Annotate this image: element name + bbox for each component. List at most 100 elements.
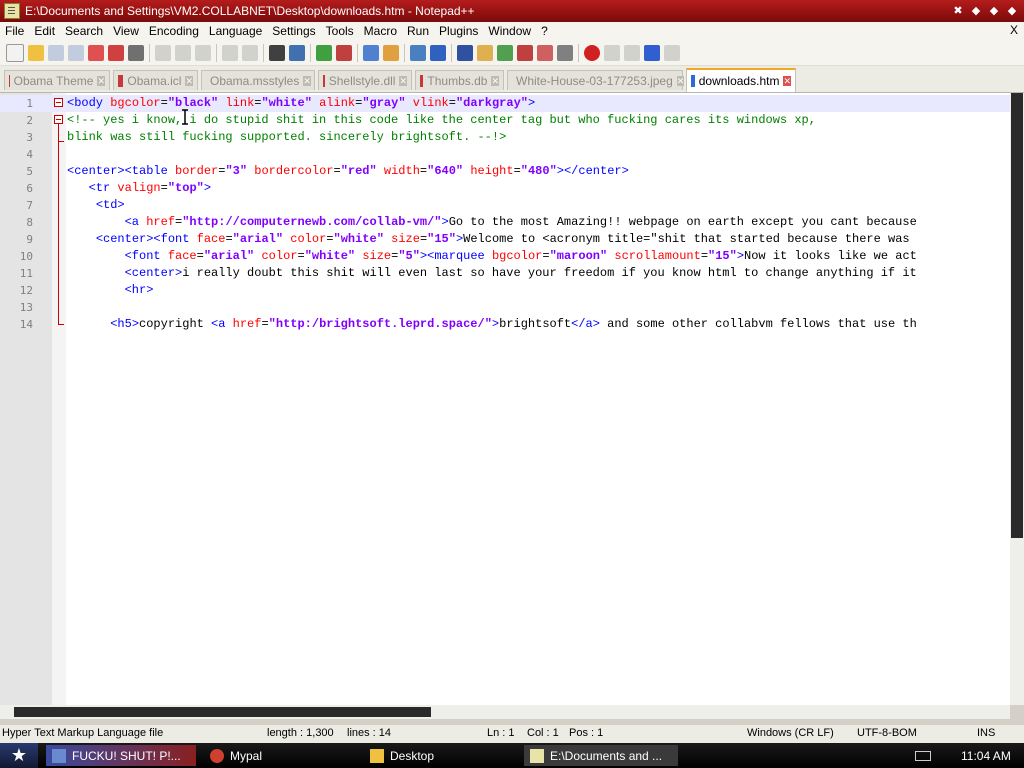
fold-toggle-icon[interactable]	[54, 115, 63, 124]
keyboard-icon[interactable]	[915, 750, 931, 761]
menu-encoding[interactable]: Encoding	[144, 24, 204, 38]
clock[interactable]: 11:04 AM	[961, 749, 1011, 763]
replace-icon[interactable]	[289, 44, 305, 61]
horizontal-scroll-thumb[interactable]	[14, 707, 431, 717]
tab-label: Obama.icl	[127, 73, 182, 88]
find-icon[interactable]	[269, 44, 285, 61]
stop-macro-icon[interactable]	[604, 44, 620, 61]
close-tab-icon[interactable]: ✕	[676, 75, 685, 86]
toolbar-separator	[149, 43, 150, 62]
play-macro-icon[interactable]	[624, 44, 640, 61]
tab-shellstyle-dll[interactable]: Shellstyle.dll ✕	[318, 70, 412, 90]
status-encoding[interactable]: UTF-8-BOM	[857, 727, 917, 739]
doc-map-icon[interactable]	[477, 44, 493, 61]
open-folder-icon[interactable]	[28, 44, 44, 61]
tab-downloads-htm[interactable]: downloads.htm ✕	[686, 68, 796, 92]
menu-plugins[interactable]: Plugins	[434, 24, 483, 38]
sync-vertical-icon[interactable]	[363, 44, 379, 61]
code-line: 7 <td>	[0, 197, 1010, 214]
taskbar-item[interactable]: E:\Documents and ...	[524, 745, 678, 766]
menu-tools[interactable]: Tools	[321, 24, 359, 38]
menu-window[interactable]: Window	[483, 24, 536, 38]
line-number: 8	[26, 216, 33, 229]
close-tab-icon[interactable]: ✕	[185, 75, 193, 86]
toolbar-separator	[578, 43, 579, 62]
copy-icon[interactable]	[175, 44, 191, 61]
close-tab-icon[interactable]: ✕	[97, 75, 105, 86]
undo-icon[interactable]	[222, 44, 238, 61]
code-text: <hr>	[124, 283, 154, 297]
vertical-scrollbar[interactable]	[1010, 93, 1024, 705]
minimize-icon[interactable]: ◆	[968, 2, 984, 18]
close-tab-icon[interactable]: ✕	[783, 76, 791, 86]
cut-icon[interactable]	[155, 44, 171, 61]
menu-macro[interactable]: Macro	[359, 24, 402, 38]
zoom-in-icon[interactable]	[316, 44, 332, 61]
paste-icon[interactable]	[195, 44, 211, 61]
menu-file[interactable]: File	[0, 24, 29, 38]
show-all-chars-icon[interactable]	[430, 44, 446, 61]
indent-guide-icon[interactable]	[457, 44, 473, 61]
menu-view[interactable]: View	[108, 24, 144, 38]
code-line: 12 <hr>	[0, 282, 1010, 299]
tab-thumbs-db[interactable]: Thumbs.db ✕	[415, 70, 504, 90]
menu-help[interactable]: ?	[536, 24, 553, 38]
tab-white-house-jpeg[interactable]: White-House-03-177253.jpeg ✕	[507, 70, 685, 90]
save-icon[interactable]	[48, 44, 64, 61]
eye-icon[interactable]	[557, 44, 573, 61]
folder-workspace-icon[interactable]	[517, 44, 533, 61]
menu-run[interactable]: Run	[402, 24, 434, 38]
close-window-icon[interactable]: ◆	[1004, 2, 1020, 18]
new-file-icon[interactable]	[6, 43, 24, 62]
close-tab-icon[interactable]: ✕	[303, 75, 311, 86]
function-list-icon[interactable]	[497, 44, 513, 61]
horizontal-scrollbar[interactable]	[0, 705, 1010, 719]
tab-label: Shellstyle.dll	[328, 73, 396, 88]
line-number: 13	[19, 301, 33, 314]
fold-toggle-icon[interactable]	[54, 98, 63, 107]
close-document-button[interactable]: X	[1010, 23, 1018, 37]
taskbar-item[interactable]: Mypal	[204, 745, 354, 766]
code-text: <tr valign="top">	[88, 181, 212, 195]
taskbar-item-label: E:\Documents and ...	[550, 748, 663, 763]
save-macro-icon[interactable]	[664, 44, 680, 61]
tab-obama-msstyles[interactable]: Obama.msstyles ✕	[201, 70, 315, 90]
tab-obama-icl[interactable]: Obama.icl ✕	[113, 70, 198, 90]
run-macro-multiple-icon[interactable]	[644, 44, 660, 61]
code-text: <h5>copyright <a href="http:/brightsoft.…	[110, 317, 917, 331]
code-text: <center><table border="3" bordercolor="r…	[67, 164, 629, 178]
taskbar-item[interactable]: Desktop	[364, 745, 514, 766]
browser-icon	[210, 748, 224, 763]
status-insert-mode[interactable]: INS	[977, 727, 995, 739]
code-text: <body bgcolor="black" link="white" alink…	[67, 96, 536, 110]
menu-edit[interactable]: Edit	[29, 24, 60, 38]
menu-search[interactable]: Search	[60, 24, 108, 38]
menu-language[interactable]: Language	[204, 24, 267, 38]
monitoring-icon[interactable]	[537, 44, 553, 61]
close-tab-icon[interactable]: ✕	[491, 75, 499, 86]
tab-obama-theme[interactable]: Obama Theme ✕	[4, 70, 110, 90]
record-macro-icon[interactable]	[584, 44, 600, 61]
status-file-type: Hyper Text Markup Language file	[2, 727, 164, 739]
close-icon[interactable]: ✖	[950, 2, 966, 18]
editor-area[interactable]: 1 <body bgcolor="black" link="white" ali…	[0, 93, 1024, 705]
code-line: 8 <a href="http://computernewb.com/colla…	[0, 214, 1010, 231]
status-eol[interactable]: Windows (CR LF)	[747, 727, 834, 739]
maximize-icon[interactable]: ◆	[986, 2, 1002, 18]
taskbar: ★ FUCKU! SHUT! P!... Mypal Desktop E:\Do…	[0, 743, 1024, 768]
vertical-scroll-thumb[interactable]	[1011, 93, 1023, 538]
word-wrap-icon[interactable]	[410, 44, 426, 61]
menu-settings[interactable]: Settings	[267, 24, 320, 38]
print-icon[interactable]	[128, 44, 144, 61]
zoom-out-icon[interactable]	[336, 44, 352, 61]
taskbar-item[interactable]: FUCKU! SHUT! P!...	[46, 745, 196, 766]
line-number: 14	[19, 318, 33, 331]
close-all-icon[interactable]	[108, 44, 124, 61]
code-text: <a href="http://computernewb.com/collab-…	[124, 215, 917, 229]
sync-horizontal-icon[interactable]	[383, 44, 399, 61]
start-button[interactable]: ★	[0, 743, 38, 768]
close-icon-tb[interactable]	[88, 44, 104, 61]
save-all-icon[interactable]	[68, 44, 84, 61]
redo-icon[interactable]	[242, 44, 258, 61]
close-tab-icon[interactable]: ✕	[399, 75, 407, 86]
